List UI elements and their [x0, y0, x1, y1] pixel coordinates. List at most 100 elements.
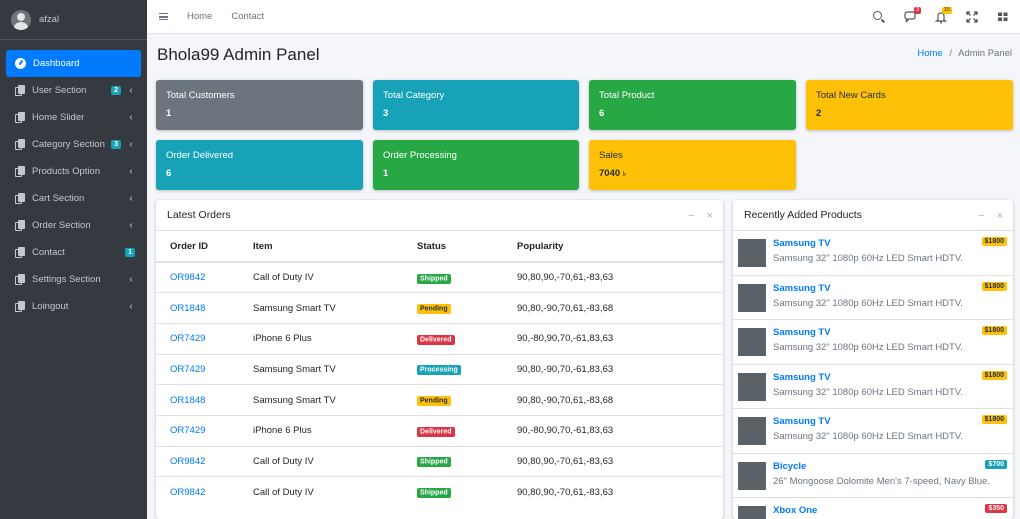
stat-label: Total New Cards [816, 90, 886, 101]
breadcrumb-home[interactable]: Home [917, 48, 942, 59]
copy-icon [15, 139, 25, 150]
order-id-link[interactable]: OR9842 [156, 261, 253, 293]
stat-value: 7040 ৳ [599, 168, 786, 180]
stat-order-processing[interactable]: Order Processing 1 [373, 140, 579, 190]
dashboard-icon [15, 58, 26, 69]
search-icon[interactable] [872, 10, 886, 24]
copy-icon [15, 112, 25, 123]
stat-sales[interactable]: Sales 7040 ৳ [589, 140, 796, 190]
card-tools: − × [676, 200, 713, 231]
product-item: Samsung TV Samsung 32" 1080p 60Hz LED Sma… [733, 231, 1013, 276]
product-title-link[interactable]: Samsung TV [773, 283, 831, 294]
stat-total-product[interactable]: Total Product 6 [589, 80, 796, 130]
product-image [738, 283, 766, 312]
product-title-link[interactable]: Samsung TV [773, 238, 831, 249]
order-status-cell: Shipped [417, 445, 517, 477]
copy-icon [15, 193, 25, 204]
stat-label: Total Category [383, 90, 445, 101]
sidebar-item-logout[interactable]: Loingout ‹ [6, 293, 141, 320]
comments-icon[interactable]: 3 [903, 7, 921, 24]
user-name[interactable]: afzal [39, 14, 59, 25]
chevron-left-icon: ‹ [129, 301, 133, 312]
stat-value: 1 [166, 108, 172, 119]
grid-icon[interactable] [996, 10, 1010, 24]
menu-toggle-icon[interactable] [159, 13, 168, 20]
sidebar-item-products-option[interactable]: Products Option ‹ [6, 158, 141, 185]
product-description: Samsung 32" 1080p 60Hz LED Smart HDTV. [773, 431, 963, 442]
order-status-cell: Shipped [417, 476, 517, 508]
stat-total-new-cards[interactable]: Total New Cards 2 [806, 80, 1013, 130]
order-item: iPhone 6 Plus [253, 322, 417, 355]
table-row: OR9842 Call of Duty IV Shipped 90,80,90,-70… [156, 445, 723, 477]
product-item: Xbox One $350 [733, 498, 1013, 519]
order-item: Samsung Smart TV [253, 353, 417, 385]
sidebar-item-order-section[interactable]: Order Section ‹ [6, 212, 141, 239]
status-badge: Shipped [417, 488, 451, 499]
price-badge: $1800 [981, 415, 1007, 424]
chevron-left-icon: ‹ [129, 139, 133, 150]
sidebar-item-label: Home Slider [32, 112, 85, 123]
orders-table: Order ID Item Status Popularity OR9842 Ca… [156, 231, 723, 508]
order-id-link[interactable]: OR1848 [156, 384, 253, 416]
order-id-link[interactable]: OR1848 [156, 292, 253, 324]
order-id-link[interactable]: OR7429 [156, 322, 253, 355]
sidebar-item-user-section[interactable]: User Section 2 ‹ [6, 77, 141, 104]
product-description: Samsung 32" 1080p 60Hz LED Smart HDTV. [773, 386, 963, 398]
status-badge: Processing [417, 365, 461, 376]
product-title-link[interactable]: Samsung TV [773, 327, 831, 338]
product-image [738, 461, 766, 490]
product-image [738, 372, 766, 401]
product-description: 26" Mongoose Dolomite Men's 7-speed, Nav… [773, 475, 990, 487]
order-popularity: 90,-80,90,70,-61,83,63 [517, 414, 723, 447]
table-header-row: Order ID Item Status Popularity [156, 231, 723, 263]
product-title-link[interactable]: Xbox One [773, 505, 817, 516]
minus-icon[interactable]: − [978, 210, 984, 222]
sidebar-item-category-section[interactable]: Category Section 3 ‹ [6, 131, 141, 158]
breadcrumb-current: Admin Panel [958, 48, 1012, 59]
order-status-cell: Pending [417, 292, 517, 324]
product-title-link[interactable]: Samsung TV [773, 416, 831, 427]
stat-total-customers[interactable]: Total Customers 1 [156, 80, 363, 130]
stat-total-category[interactable]: Total Category 3 [373, 80, 579, 130]
status-badge: Shipped [417, 273, 451, 284]
nav-link-home[interactable]: Home [187, 11, 212, 22]
order-id-link[interactable]: OR9842 [156, 476, 253, 508]
close-icon[interactable]: × [707, 210, 713, 222]
sidebar-item-home-slider[interactable]: Home Slider ‹ [6, 104, 141, 131]
order-id-link[interactable]: OR9842 [156, 445, 253, 477]
sidebar: afzal Dashboard User Section 2 ‹ Home Sl… [0, 0, 147, 519]
avatar[interactable] [11, 9, 31, 30]
copy-icon [15, 85, 25, 96]
stat-value: 6 [166, 168, 172, 179]
close-icon[interactable]: × [997, 210, 1003, 222]
fullscreen-icon[interactable] [965, 10, 979, 24]
order-popularity: 90,80,90,-70,61,-83,63 [517, 476, 723, 508]
product-description: Samsung 32" 1080p 60Hz LED Smart HDTV. [773, 253, 963, 264]
order-popularity: 90,80,-90,70,-61,83,63 [517, 353, 723, 385]
stat-order-delivered[interactable]: Order Delivered 6 [156, 140, 363, 190]
card-header: Latest Orders − × [156, 200, 723, 231]
price-badge: $1800 [981, 237, 1007, 246]
sidebar-item-label: Cart Section [32, 193, 85, 204]
sidebar-item-settings-section[interactable]: Settings Section ‹ [6, 266, 141, 293]
chevron-left-icon: ‹ [129, 220, 133, 231]
minus-icon[interactable]: − [688, 210, 694, 222]
product-title-link[interactable]: Samsung TV [773, 372, 831, 383]
order-id-link[interactable]: OR7429 [156, 353, 253, 385]
sidebar-item-contact[interactable]: Contact 1 [6, 239, 141, 266]
content-header: Bhola99 Admin Panel Home / Admin Panel [157, 44, 1012, 68]
sidebar-item-dashboard[interactable]: Dashboard [6, 50, 141, 77]
nav-link-contact[interactable]: Contact [231, 11, 264, 22]
sidebar-item-cart-section[interactable]: Cart Section ‹ [6, 185, 141, 212]
order-popularity: 90,80,90,-70,61,-83,63 [517, 445, 723, 477]
product-title-link[interactable]: Bicycle [773, 461, 806, 472]
table-row: OR9842 Call of Duty IV Shipped 90,80,90,-70… [156, 476, 723, 508]
bell-icon[interactable]: 15 [934, 7, 952, 24]
price-badge: $1800 [981, 370, 1007, 380]
sidebar-item-label: Loingout [32, 301, 69, 312]
sidebar-item-label: User Section [32, 85, 87, 96]
user-panel[interactable]: afzal [0, 0, 147, 40]
chevron-left-icon: ‹ [129, 85, 133, 96]
price-badge: $1800 [981, 281, 1007, 291]
order-id-link[interactable]: OR7429 [156, 414, 253, 447]
